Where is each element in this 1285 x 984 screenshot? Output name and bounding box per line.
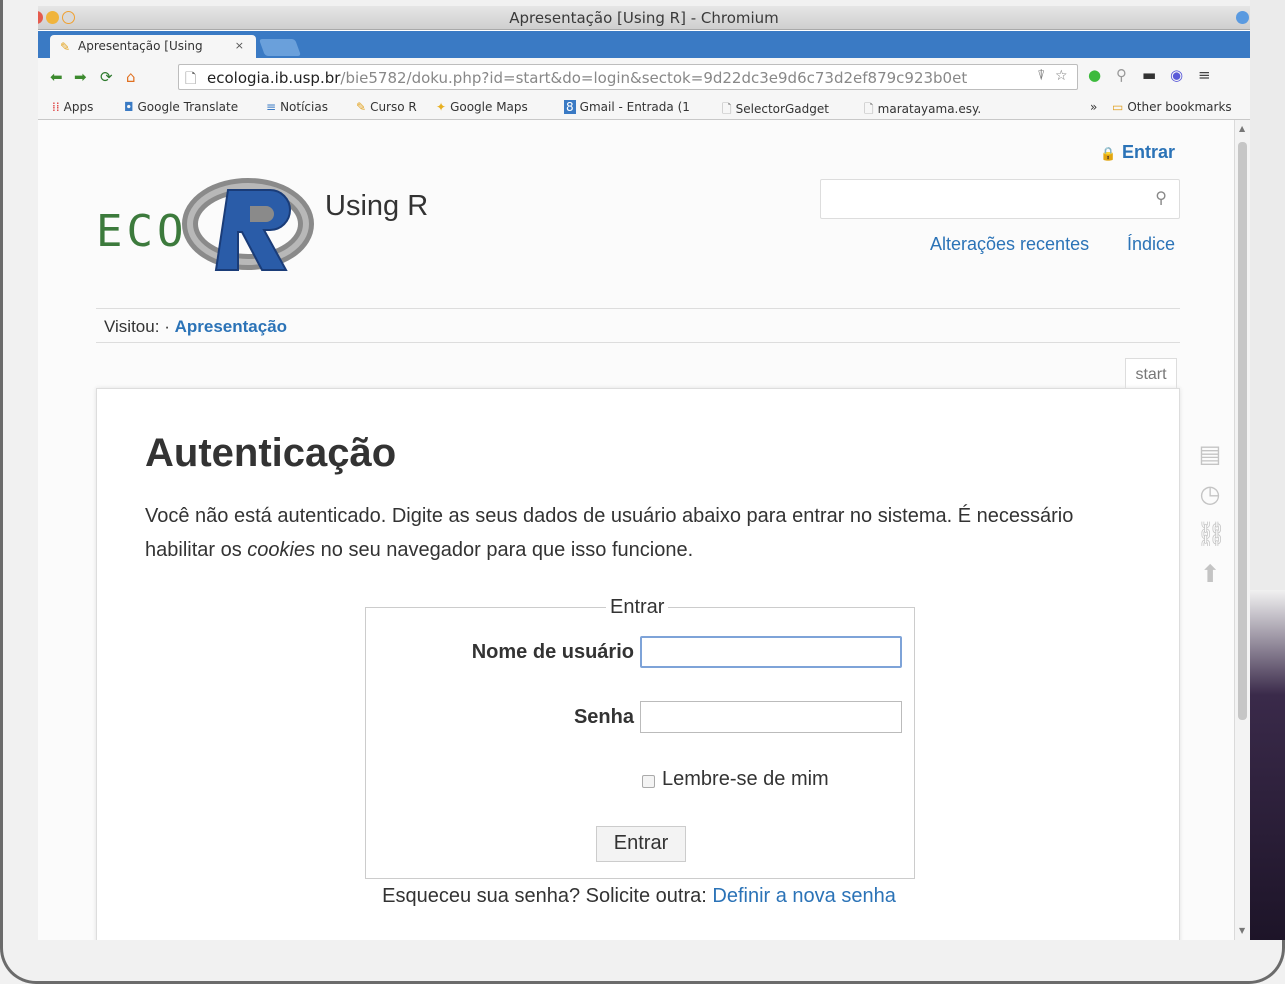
search-input[interactable]: ⚲ xyxy=(820,179,1180,219)
page-body: Autenticação Você não está autenticado. … xyxy=(96,388,1180,940)
window-title: Apresentação [Using R] - Chromium xyxy=(509,9,779,27)
bookmark-maratayama[interactable]: 🗋 maratayama.esy. xyxy=(864,100,981,121)
desktop-area xyxy=(1250,0,1285,590)
password-label: Senha xyxy=(573,706,634,728)
recent-changes-link[interactable]: Alterações recentes xyxy=(930,234,1089,255)
show-page-icon[interactable]: ▤ xyxy=(1196,440,1224,468)
username-field[interactable] xyxy=(640,636,902,668)
bookmarks-overflow-button[interactable]: » xyxy=(1090,100,1097,114)
breadcrumb: Visitou: · Apresentação xyxy=(104,317,288,336)
remember-me-label[interactable]: Lembre-se de mim xyxy=(662,768,829,791)
bookmark-google-maps[interactable]: ✦ Google Maps xyxy=(436,100,528,114)
username-label: Nome de usuário xyxy=(471,641,634,663)
reset-password-link[interactable]: Definir a nova senha xyxy=(712,885,895,907)
bookmark-curso-r[interactable]: ✎ Curso R xyxy=(356,100,417,114)
login-form: Entrar Nome de usuário Senha Lembre-se d… xyxy=(365,596,915,879)
bookmark-apps[interactable]: ⁞⁞ Apps xyxy=(52,100,93,114)
maps-icon: ✦ xyxy=(436,100,447,114)
scroll-down-arrow-icon[interactable]: ▼ xyxy=(1239,926,1245,935)
tab-strip: ✎ Apresentação [Using × xyxy=(38,31,1250,58)
forward-arrow-icon[interactable]: ➡ xyxy=(74,68,87,86)
curso-r-icon: ✎ xyxy=(356,100,367,114)
r-logo-icon xyxy=(182,178,314,271)
back-to-top-arrow-icon[interactable]: ⬆ xyxy=(1196,560,1224,588)
divider xyxy=(96,308,1180,309)
search-icon[interactable]: ⚲ xyxy=(1155,188,1167,207)
browser-window: Apresentação [Using R] - Chromium ✎ Apre… xyxy=(38,6,1250,940)
forgot-password-line: Esqueceu sua senha? Solicite outra: Defi… xyxy=(382,885,896,907)
extension-plug-icon[interactable]: ⚲ xyxy=(1116,66,1127,84)
bookmark-gmail[interactable]: 8 Gmail - Entrada (1 xyxy=(564,100,690,114)
browser-toolbar: ⬅ ➡ ⟳ ⌂ 🗋 ecologia.ib.usp.br/bie5782/dok… xyxy=(38,58,1250,95)
old-revisions-clock-icon[interactable]: ◷ xyxy=(1196,480,1224,508)
password-field[interactable] xyxy=(640,701,902,733)
desktop-wallpaper xyxy=(1250,590,1285,940)
new-tab-button[interactable] xyxy=(258,39,302,56)
translate-icon: ◘ xyxy=(124,100,134,114)
page-action-icon[interactable]: ⍒ xyxy=(1037,68,1045,84)
bookmark-google-translate[interactable]: ◘ Google Translate xyxy=(124,100,238,114)
tab-close-icon[interactable]: × xyxy=(235,39,244,52)
scrollbar-thumb[interactable] xyxy=(1238,142,1247,720)
page-content: 🔒 Entrar ECO Using R ⚲ Alterações recent… xyxy=(38,120,1234,940)
tab-label: Apresentação [Using xyxy=(78,39,203,53)
vertical-scrollbar[interactable]: ▲ ▼ xyxy=(1234,120,1250,940)
divider xyxy=(96,342,1180,343)
lock-icon: 🔒 xyxy=(1100,147,1117,162)
back-arrow-icon[interactable]: ⬅ xyxy=(50,68,63,86)
folder-icon: ▭ xyxy=(1112,100,1124,114)
menu-hamburger-icon[interactable]: ≡ xyxy=(1198,66,1211,84)
bookmark-star-icon[interactable]: ☆ xyxy=(1055,68,1068,84)
bookmark-selectorgadget[interactable]: 🗋 SelectorGadget xyxy=(722,100,829,121)
news-icon: ≡ xyxy=(266,100,277,114)
page-icon: 🗋 xyxy=(864,102,874,116)
extension-green-icon[interactable]: ● xyxy=(1088,66,1101,84)
other-bookmarks[interactable]: ▭ Other bookmarks xyxy=(1112,100,1232,114)
reload-icon[interactable]: ⟳ xyxy=(100,68,113,86)
url-text[interactable]: ecologia.ib.usp.br/bie5782/doku.php?id=s… xyxy=(207,69,1057,87)
address-bar[interactable]: 🗋 ecologia.ib.usp.br/bie5782/doku.php?id… xyxy=(178,64,1078,90)
index-link[interactable]: Índice xyxy=(1127,234,1175,255)
breadcrumb-link-apresentacao[interactable]: Apresentação xyxy=(175,317,287,336)
title-bar: Apresentação [Using R] - Chromium xyxy=(38,6,1250,30)
scroll-up-arrow-icon[interactable]: ▲ xyxy=(1239,124,1245,133)
page-info-icon[interactable]: 🗋 xyxy=(185,68,196,92)
page-id-tab: start xyxy=(1125,358,1177,390)
extension-glasses-icon[interactable]: ▬ xyxy=(1142,66,1156,84)
site-title[interactable]: Using R xyxy=(325,190,428,223)
extension-globe-icon[interactable]: ◉ xyxy=(1170,66,1183,84)
home-icon[interactable]: ⌂ xyxy=(126,68,136,86)
intro-paragraph: Você não está autenticado. Digite as seu… xyxy=(145,505,1074,561)
login-link[interactable]: Entrar xyxy=(1122,142,1175,163)
page-heading: Autenticação xyxy=(145,431,397,475)
curso-r-favicon-icon: ✎ xyxy=(60,40,71,54)
gmail-icon: 8 xyxy=(564,100,576,114)
bookmarks-bar: ⁞⁞ Apps ◘ Google Translate ≡ Notícias ✎ Curs… xyxy=(38,95,1250,120)
backlinks-chain-icon[interactable]: ⛓ xyxy=(1196,520,1226,548)
form-legend: Entrar xyxy=(606,596,669,619)
site-logo[interactable]: ECO xyxy=(96,168,316,278)
tab-apresentacao[interactable]: ✎ Apresentação [Using × xyxy=(50,35,256,58)
bookmark-noticias[interactable]: ≡ Notícias xyxy=(266,100,328,114)
apps-grid-icon: ⁞⁞ xyxy=(52,100,60,114)
login-submit-button[interactable]: Entrar xyxy=(596,826,686,862)
remember-me-checkbox[interactable] xyxy=(642,775,655,788)
page-icon: 🗋 xyxy=(722,102,732,116)
chromium-menu-button[interactable] xyxy=(1236,11,1249,24)
